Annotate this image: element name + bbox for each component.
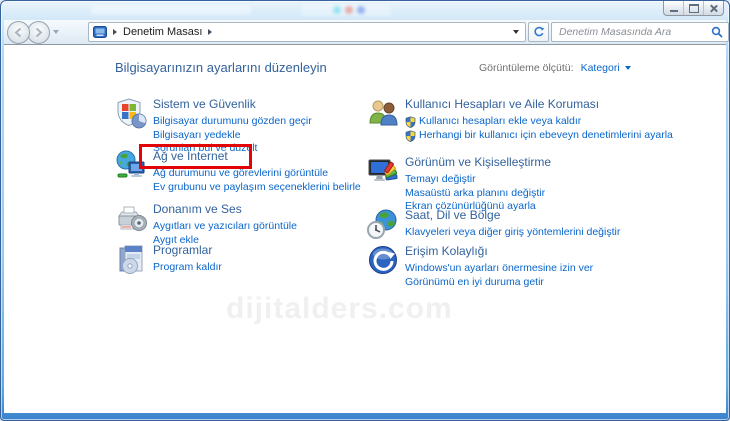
minimize-button[interactable] xyxy=(664,1,684,15)
search-icon[interactable] xyxy=(711,26,723,38)
close-button[interactable] xyxy=(704,1,723,15)
maximize-icon xyxy=(689,4,699,13)
control-panel-window: Denetim Masası Bilgisayarınızın ayarları… xyxy=(0,0,730,421)
task-link[interactable]: Kullanıcı hesapları ekle veya kaldır xyxy=(405,115,673,129)
title-bar xyxy=(1,1,729,20)
uac-shield-icon xyxy=(405,130,416,142)
minimize-icon xyxy=(670,10,678,12)
view-by-value[interactable]: Kategori xyxy=(581,62,620,74)
user-accounts-icon[interactable] xyxy=(367,97,399,129)
breadcrumb-item[interactable]: Denetim Masası xyxy=(123,26,202,38)
category-title-ease-of-access[interactable]: Erişim Kolaylığı xyxy=(405,244,593,258)
task-link[interactable]: Ev grubunu ve paylaşım seçeneklerini bel… xyxy=(153,181,361,195)
task-link[interactable]: Aygıtları ve yazıcıları görüntüle xyxy=(153,220,297,234)
network-internet-icon[interactable] xyxy=(115,149,147,181)
recent-pages-chevron-icon[interactable] xyxy=(53,30,59,34)
category-appearance: Görünüm ve Kişiselleştirme Temayı değişt… xyxy=(367,155,551,214)
clock-language-region-icon[interactable] xyxy=(367,208,399,240)
task-link[interactable]: Masaüstü arka planını değiştir xyxy=(405,187,551,201)
task-link[interactable]: Temayı değiştir xyxy=(405,173,551,187)
uac-shield-icon xyxy=(405,116,416,128)
close-icon xyxy=(709,4,718,13)
view-by-dropdown[interactable]: Kategori xyxy=(581,62,631,74)
category-title-system-security[interactable]: Sistem ve Güvenlik xyxy=(153,97,312,111)
task-link[interactable]: Klavyeleri veya diğer giriş yöntemlerini… xyxy=(405,226,620,240)
category-title-network-internet[interactable]: Ağ ve Internet xyxy=(153,149,361,163)
task-link[interactable]: Windows'un ayarları önermesine izin ver xyxy=(405,262,593,276)
search-input[interactable] xyxy=(552,26,711,38)
ease-of-access-icon[interactable] xyxy=(367,244,399,276)
address-toolbar: Denetim Masası xyxy=(4,20,726,45)
forward-arrow-icon xyxy=(33,27,44,38)
search-box xyxy=(551,22,729,42)
chevron-down-icon xyxy=(625,66,631,70)
view-by-control: Görüntüleme ölçütü: Kategori xyxy=(479,62,631,74)
task-link[interactable]: Görünümü en iyi duruma getir xyxy=(405,276,593,290)
category-clock-language-region: Saat, Dil ve Bölge Klavyeleri veya diğer… xyxy=(367,208,620,240)
task-link-label: Herhangi bir kullanıcı için ebeveyn dene… xyxy=(419,129,673,143)
breadcrumb-arrow-icon[interactable] xyxy=(208,29,212,35)
watermark: dijitalders.com xyxy=(226,292,453,326)
task-link[interactable]: Bilgisayarı yedekle xyxy=(153,129,312,143)
category-title-clock-language-region[interactable]: Saat, Dil ve Bölge xyxy=(405,208,620,222)
category-system-security: Sistem ve Güvenlik Bilgisayar durumunu g… xyxy=(115,97,312,156)
background-ghost xyxy=(333,6,341,14)
forward-button[interactable] xyxy=(27,21,50,44)
task-link[interactable]: Ağ durumunu ve görevlerini görüntüle xyxy=(153,167,361,181)
category-network-internet: Ağ ve Internet Ağ durumunu ve görevlerin… xyxy=(115,149,361,194)
view-by-label: Görüntüleme ölçütü: xyxy=(479,62,574,74)
task-link[interactable]: Bilgisayar durumunu gözden geçir xyxy=(153,115,312,129)
category-title-user-accounts[interactable]: Kullanıcı Hesapları ve Aile Koruması xyxy=(405,97,673,111)
maximize-button[interactable] xyxy=(684,1,704,15)
background-ghost xyxy=(357,6,365,14)
address-bar[interactable]: Denetim Masası xyxy=(88,22,526,42)
background-ghost xyxy=(91,5,251,15)
category-programs: Programlar Program kaldır xyxy=(115,243,222,275)
background-ghost xyxy=(345,6,353,14)
refresh-button[interactable] xyxy=(528,22,549,42)
category-title-hardware-sound[interactable]: Donanım ve Ses xyxy=(153,202,297,216)
page-title: Bilgisayarınızın ayarlarını düzenleyin xyxy=(115,60,327,75)
category-ease-of-access: Erişim Kolaylığı Windows'un ayarları öne… xyxy=(367,244,593,289)
breadcrumb-arrow-icon xyxy=(113,29,117,35)
task-link[interactable]: Herhangi bir kullanıcı için ebeveyn dene… xyxy=(405,129,673,143)
window-controls xyxy=(663,1,724,16)
appearance-personalization-icon[interactable] xyxy=(367,155,399,187)
hardware-sound-icon[interactable] xyxy=(115,202,147,234)
category-user-accounts: Kullanıcı Hesapları ve Aile Koruması xyxy=(367,97,673,142)
category-title-appearance[interactable]: Görünüm ve Kişiselleştirme xyxy=(405,155,551,169)
task-link[interactable]: Program kaldır xyxy=(153,261,222,275)
category-title-programs[interactable]: Programlar xyxy=(153,243,222,257)
content-area: Bilgisayarınızın ayarlarını düzenleyin G… xyxy=(4,45,726,413)
back-arrow-icon xyxy=(13,27,24,38)
address-dropdown-icon[interactable] xyxy=(513,30,519,34)
back-button[interactable] xyxy=(7,21,30,44)
programs-icon[interactable] xyxy=(115,243,147,275)
system-security-icon[interactable] xyxy=(115,97,147,129)
task-link-label: Kullanıcı hesapları ekle veya kaldır xyxy=(419,115,581,129)
refresh-icon xyxy=(533,26,545,38)
control-panel-icon xyxy=(93,26,107,38)
category-hardware-sound: Donanım ve Ses Aygıtları ve yazıcıları g… xyxy=(115,202,297,247)
